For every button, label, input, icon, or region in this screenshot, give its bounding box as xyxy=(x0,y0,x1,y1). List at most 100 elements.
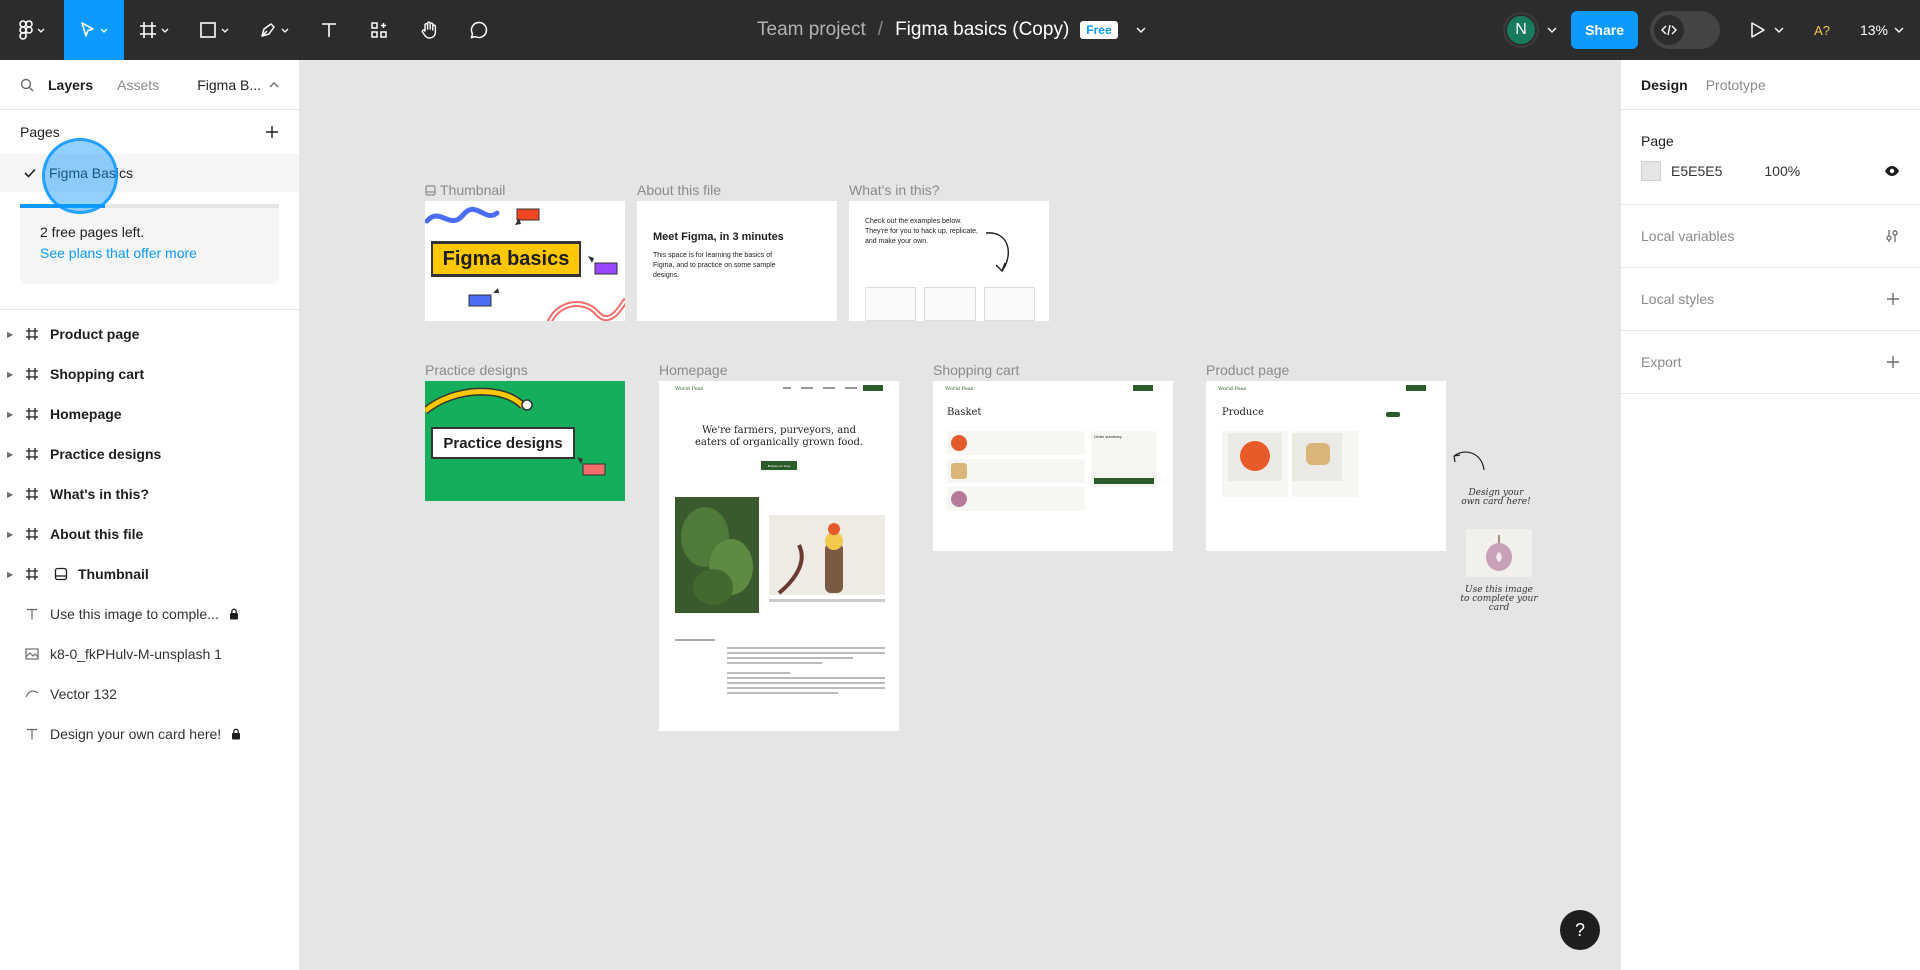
export-label[interactable]: Export xyxy=(1641,354,1681,370)
expand-caret-icon[interactable]: ▶ xyxy=(7,490,13,499)
frame-about[interactable]: Meet Figma, in 3 minutes This space is f… xyxy=(637,201,837,321)
frame-icon xyxy=(26,368,38,380)
file-title[interactable]: Team project / Figma basics (Copy) Free xyxy=(757,0,1146,60)
about-heading: Meet Figma, in 3 minutes xyxy=(653,231,784,243)
shape-tool-button[interactable] xyxy=(184,0,244,60)
play-icon[interactable] xyxy=(1750,21,1766,39)
layer-item[interactable]: Use this image to comple... xyxy=(0,594,299,634)
frame-product-page[interactable]: World Peas Produce xyxy=(1206,381,1446,551)
tab-assets[interactable]: Assets xyxy=(117,77,159,93)
lock-icon[interactable] xyxy=(229,608,239,620)
move-tool-button[interactable] xyxy=(64,0,124,60)
expand-caret-icon[interactable]: ▶ xyxy=(7,330,13,339)
free-pages-progress xyxy=(20,204,279,208)
layer-item-label: About this file xyxy=(50,526,144,542)
frame-practice[interactable]: Practice designs xyxy=(425,381,625,501)
frame-label-thumbnail[interactable]: Thumbnail xyxy=(425,182,505,198)
layers-panel: Layers Assets Figma B... Pages Figma Bas… xyxy=(0,60,300,970)
frame-homepage[interactable]: World Peas We're farmers, purveyors, and… xyxy=(659,381,899,731)
canvas[interactable]: Thumbnail About this file What's in this… xyxy=(300,60,1620,970)
plus-icon[interactable] xyxy=(1886,292,1900,306)
zoom-dropdown[interactable]: 13% xyxy=(1860,22,1904,38)
frame-label-about[interactable]: About this file xyxy=(637,182,721,198)
page-color-swatch[interactable] xyxy=(1641,161,1661,181)
layer-item-label: What's in this? xyxy=(50,486,149,502)
breadcrumb-separator: / xyxy=(877,19,884,40)
check-icon xyxy=(24,168,36,178)
chevron-down-icon[interactable] xyxy=(1547,27,1557,33)
frame-label-homepage[interactable]: Homepage xyxy=(659,362,728,378)
main-menu-button[interactable] xyxy=(0,0,64,60)
layer-item[interactable]: ▶ Product page xyxy=(0,314,299,354)
layer-item[interactable]: ▶ Practice designs xyxy=(0,434,299,474)
text-tool-button[interactable] xyxy=(304,0,354,60)
project-name[interactable]: Team project xyxy=(757,19,866,41)
dev-mode-toggle[interactable] xyxy=(1650,11,1721,49)
frame-tool-button[interactable] xyxy=(124,0,184,60)
frame-thumbnail[interactable]: Figma basics xyxy=(425,201,625,321)
layer-item[interactable]: Vector 132 xyxy=(0,674,299,714)
homepage-nav xyxy=(783,387,857,389)
frame-label-shopping[interactable]: Shopping cart xyxy=(933,362,1019,378)
free-pages-text: 2 free pages left. xyxy=(40,224,145,240)
add-page-button[interactable] xyxy=(265,119,279,145)
pen-tool-button[interactable] xyxy=(244,0,304,60)
frame-whats-in[interactable]: Check out the examples below. They're fo… xyxy=(849,201,1049,321)
layer-item[interactable]: ▶ Homepage xyxy=(0,394,299,434)
expand-caret-icon[interactable]: ▶ xyxy=(7,370,13,379)
plus-icon[interactable] xyxy=(1886,355,1900,369)
chevron-down-icon[interactable] xyxy=(1136,27,1146,33)
rectangle-icon xyxy=(200,22,216,38)
product-card-ginger xyxy=(1292,431,1358,497)
layer-item[interactable]: Design your own card here! xyxy=(0,714,299,754)
layer-item[interactable]: k8-0_fkPHulv-M-unsplash 1 xyxy=(0,634,299,674)
share-button[interactable]: Share xyxy=(1571,11,1639,49)
layer-item[interactable]: ▶ What's in this? xyxy=(0,474,299,514)
comment-tool-button[interactable] xyxy=(454,0,504,60)
page-switcher[interactable]: Figma B... xyxy=(197,77,279,93)
tab-design[interactable]: Design xyxy=(1641,77,1688,93)
expand-caret-icon[interactable]: ▶ xyxy=(7,450,13,459)
comment-icon xyxy=(470,21,488,39)
layer-item-label: k8-0_fkPHulv-M-unsplash 1 xyxy=(50,646,222,662)
frame-shopping-cart[interactable]: World Peas Basket Order summary xyxy=(933,381,1173,551)
hand-tool-button[interactable] xyxy=(404,0,454,60)
see-plans-link[interactable]: See plans that offer more xyxy=(40,245,259,261)
tab-layers[interactable]: Layers xyxy=(48,77,93,93)
search-icon[interactable] xyxy=(20,78,34,92)
layer-item[interactable]: ▶ Thumbnail xyxy=(0,554,299,594)
layer-item-label: Thumbnail xyxy=(78,566,149,582)
homepage-greens-image xyxy=(675,497,759,613)
variables-icon[interactable] xyxy=(1884,228,1900,244)
avatar[interactable]: N xyxy=(1505,14,1538,46)
file-name[interactable]: Figma basics (Copy) xyxy=(895,19,1069,41)
properties-panel: Design Prototype Page E5E5E5 100% Local … xyxy=(1620,60,1920,970)
tab-prototype[interactable]: Prototype xyxy=(1706,77,1766,93)
page-color-hex[interactable]: E5E5E5 xyxy=(1671,163,1722,179)
local-styles-label[interactable]: Local styles xyxy=(1641,291,1714,307)
free-pages-notice: 2 free pages left. See plans that offer … xyxy=(20,208,279,284)
frame-label-practice[interactable]: Practice designs xyxy=(425,362,528,378)
expand-caret-icon[interactable]: ▶ xyxy=(7,570,13,579)
expand-caret-icon[interactable]: ▶ xyxy=(7,530,13,539)
local-variables-label[interactable]: Local variables xyxy=(1641,228,1734,244)
chevron-down-icon[interactable] xyxy=(1774,27,1784,33)
frame-label-product[interactable]: Product page xyxy=(1206,362,1289,378)
accessibility-button[interactable]: A? xyxy=(1814,23,1830,38)
lock-icon[interactable] xyxy=(231,728,241,740)
plus-icon xyxy=(266,126,278,138)
layers-list: ▶ Product page ▶ Shopping cart ▶ Homepage ▶ Pra… xyxy=(0,310,299,754)
expand-caret-icon[interactable]: ▶ xyxy=(7,410,13,419)
eye-icon[interactable] xyxy=(1884,165,1900,177)
pen-icon xyxy=(261,23,275,37)
frame-icon xyxy=(140,22,156,38)
frame-label-whats-in[interactable]: What's in this? xyxy=(849,182,940,198)
help-button[interactable]: ? xyxy=(1560,910,1600,950)
layer-item[interactable]: ▶ Shopping cart xyxy=(0,354,299,394)
page-opacity[interactable]: 100% xyxy=(1764,163,1800,179)
layer-item[interactable]: ▶ About this file xyxy=(0,514,299,554)
page-item-figma-basics[interactable]: Figma Basics xyxy=(0,138,299,214)
text-icon xyxy=(27,608,37,620)
resources-button[interactable] xyxy=(354,0,404,60)
cart-brand: World Peas xyxy=(945,386,974,392)
